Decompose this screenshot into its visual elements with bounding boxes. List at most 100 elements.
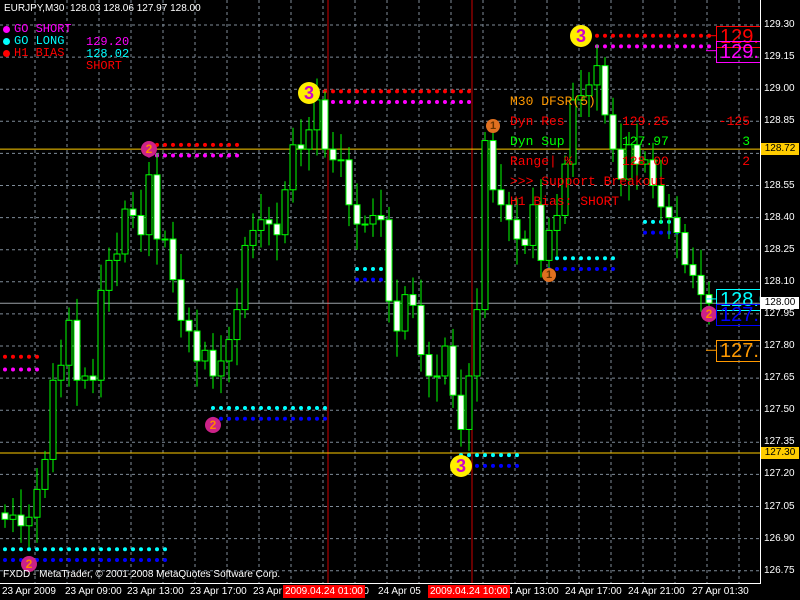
time-tick-label: 23 Apr 2009: [2, 586, 56, 597]
candle-bear: [153, 174, 161, 240]
level-dot: [611, 256, 615, 261]
candle-bear: [665, 206, 673, 219]
price-tick-label: 128.10: [764, 275, 795, 287]
level-dot: [251, 416, 255, 421]
level-dot: [67, 558, 71, 562]
price-axis-line: [760, 0, 761, 584]
level-dot: [451, 100, 455, 105]
level-dot: [387, 100, 391, 105]
level-dot: [3, 367, 7, 372]
current-price-tag: 128.72: [761, 143, 799, 156]
info-row-value: 127.97: [622, 134, 669, 149]
level-dot: [131, 547, 135, 552]
level-dot: [11, 558, 15, 562]
level-dot: [307, 406, 311, 411]
candle-bear: [177, 279, 185, 321]
time-axis-line: [0, 583, 761, 584]
level-dot: [147, 547, 151, 552]
candle-bull: [313, 99, 321, 131]
time-tick-label: 23 Apr 09:00: [65, 586, 122, 597]
level-dot: [667, 33, 671, 38]
level-dot: [635, 33, 639, 38]
candle-bull: [481, 140, 489, 311]
level-dot: [3, 354, 7, 359]
level-dot: [283, 416, 287, 421]
candle-bear: [137, 214, 145, 236]
level-dot: [43, 558, 47, 562]
level-dot: [627, 44, 631, 49]
level-dot: [435, 89, 439, 94]
price-tick-label: 127.95: [764, 307, 795, 319]
level-dot: [179, 153, 183, 158]
price-level-label: 127.97: [716, 303, 760, 326]
level-dot: [75, 558, 79, 562]
time-tick-label: 23 Apr 13:00: [127, 586, 184, 597]
level-dot: [91, 558, 95, 562]
level-dot: [571, 256, 575, 261]
level-dot: [35, 367, 39, 372]
candle-bear: [73, 319, 81, 381]
level-dot: [363, 100, 367, 105]
info-row-value: 128.00: [622, 154, 669, 169]
level-dot: [331, 89, 335, 94]
candle-bull: [225, 339, 233, 362]
level-dot: [179, 142, 183, 147]
level-dot: [435, 100, 439, 105]
level-dot: [515, 453, 519, 458]
level-dot: [67, 547, 71, 552]
candle-bull: [593, 65, 601, 86]
candle-bull: [41, 458, 49, 490]
level-dot: [659, 230, 663, 235]
level-dot: [147, 558, 151, 562]
candle-bear: [425, 354, 433, 377]
level-dot: [211, 142, 215, 147]
level-dot: [587, 266, 591, 271]
signal-marker-yellow: 3: [450, 454, 472, 477]
level-dot: [3, 558, 7, 562]
level-dot: [323, 406, 327, 411]
level-dot: [515, 463, 519, 468]
info-row-extra: 3: [742, 134, 750, 149]
time-tick-label: 27 Apr 01:30: [692, 586, 749, 597]
open-value: 128.03: [69, 3, 101, 14]
level-dot: [75, 547, 79, 552]
level-dot: [379, 89, 383, 94]
level-dot: [19, 547, 23, 552]
level-dot: [419, 89, 423, 94]
level-dot: [611, 33, 615, 38]
level-dot: [635, 44, 639, 49]
level-dot: [211, 406, 215, 411]
level-dot: [163, 142, 167, 147]
level-dot: [651, 44, 655, 49]
time-tick-label: 24 Apr 13:00: [502, 586, 559, 597]
price-chart[interactable]: 333112222129.25129.20128.02127.97127.78 …: [0, 0, 760, 583]
level-dot: [355, 89, 359, 94]
level-dot: [347, 89, 351, 94]
candle-bear: [513, 219, 521, 240]
level-dot: [411, 100, 415, 105]
price-tick-label: 127.20: [764, 468, 795, 480]
candle-bull: [553, 214, 561, 231]
info-panel-title: M30 DFSR(5): [510, 94, 596, 109]
symbol-label: EURJPY,M30: [4, 3, 65, 14]
legend-value: SHORT: [86, 59, 123, 73]
level-dot: [395, 89, 399, 94]
level-dot: [459, 89, 463, 94]
level-dot: [131, 558, 135, 562]
price-tick-label: 129.30: [764, 19, 795, 30]
candle-bull: [161, 238, 169, 241]
level-dot: [283, 406, 287, 411]
candle-bear: [265, 219, 273, 225]
level-dot: [227, 406, 231, 411]
candle-bear: [521, 238, 529, 246]
candle-bull: [257, 219, 265, 231]
candle-bear: [321, 99, 329, 150]
level-dot: [347, 100, 351, 105]
candle-bull: [25, 516, 33, 527]
level-dot: [499, 463, 503, 468]
info-row-label: Dyn Res: [510, 114, 565, 129]
low-value: 127.97: [136, 3, 168, 14]
level-dot: [627, 33, 631, 38]
level-dot: [371, 89, 375, 94]
candle-bull: [81, 375, 89, 381]
